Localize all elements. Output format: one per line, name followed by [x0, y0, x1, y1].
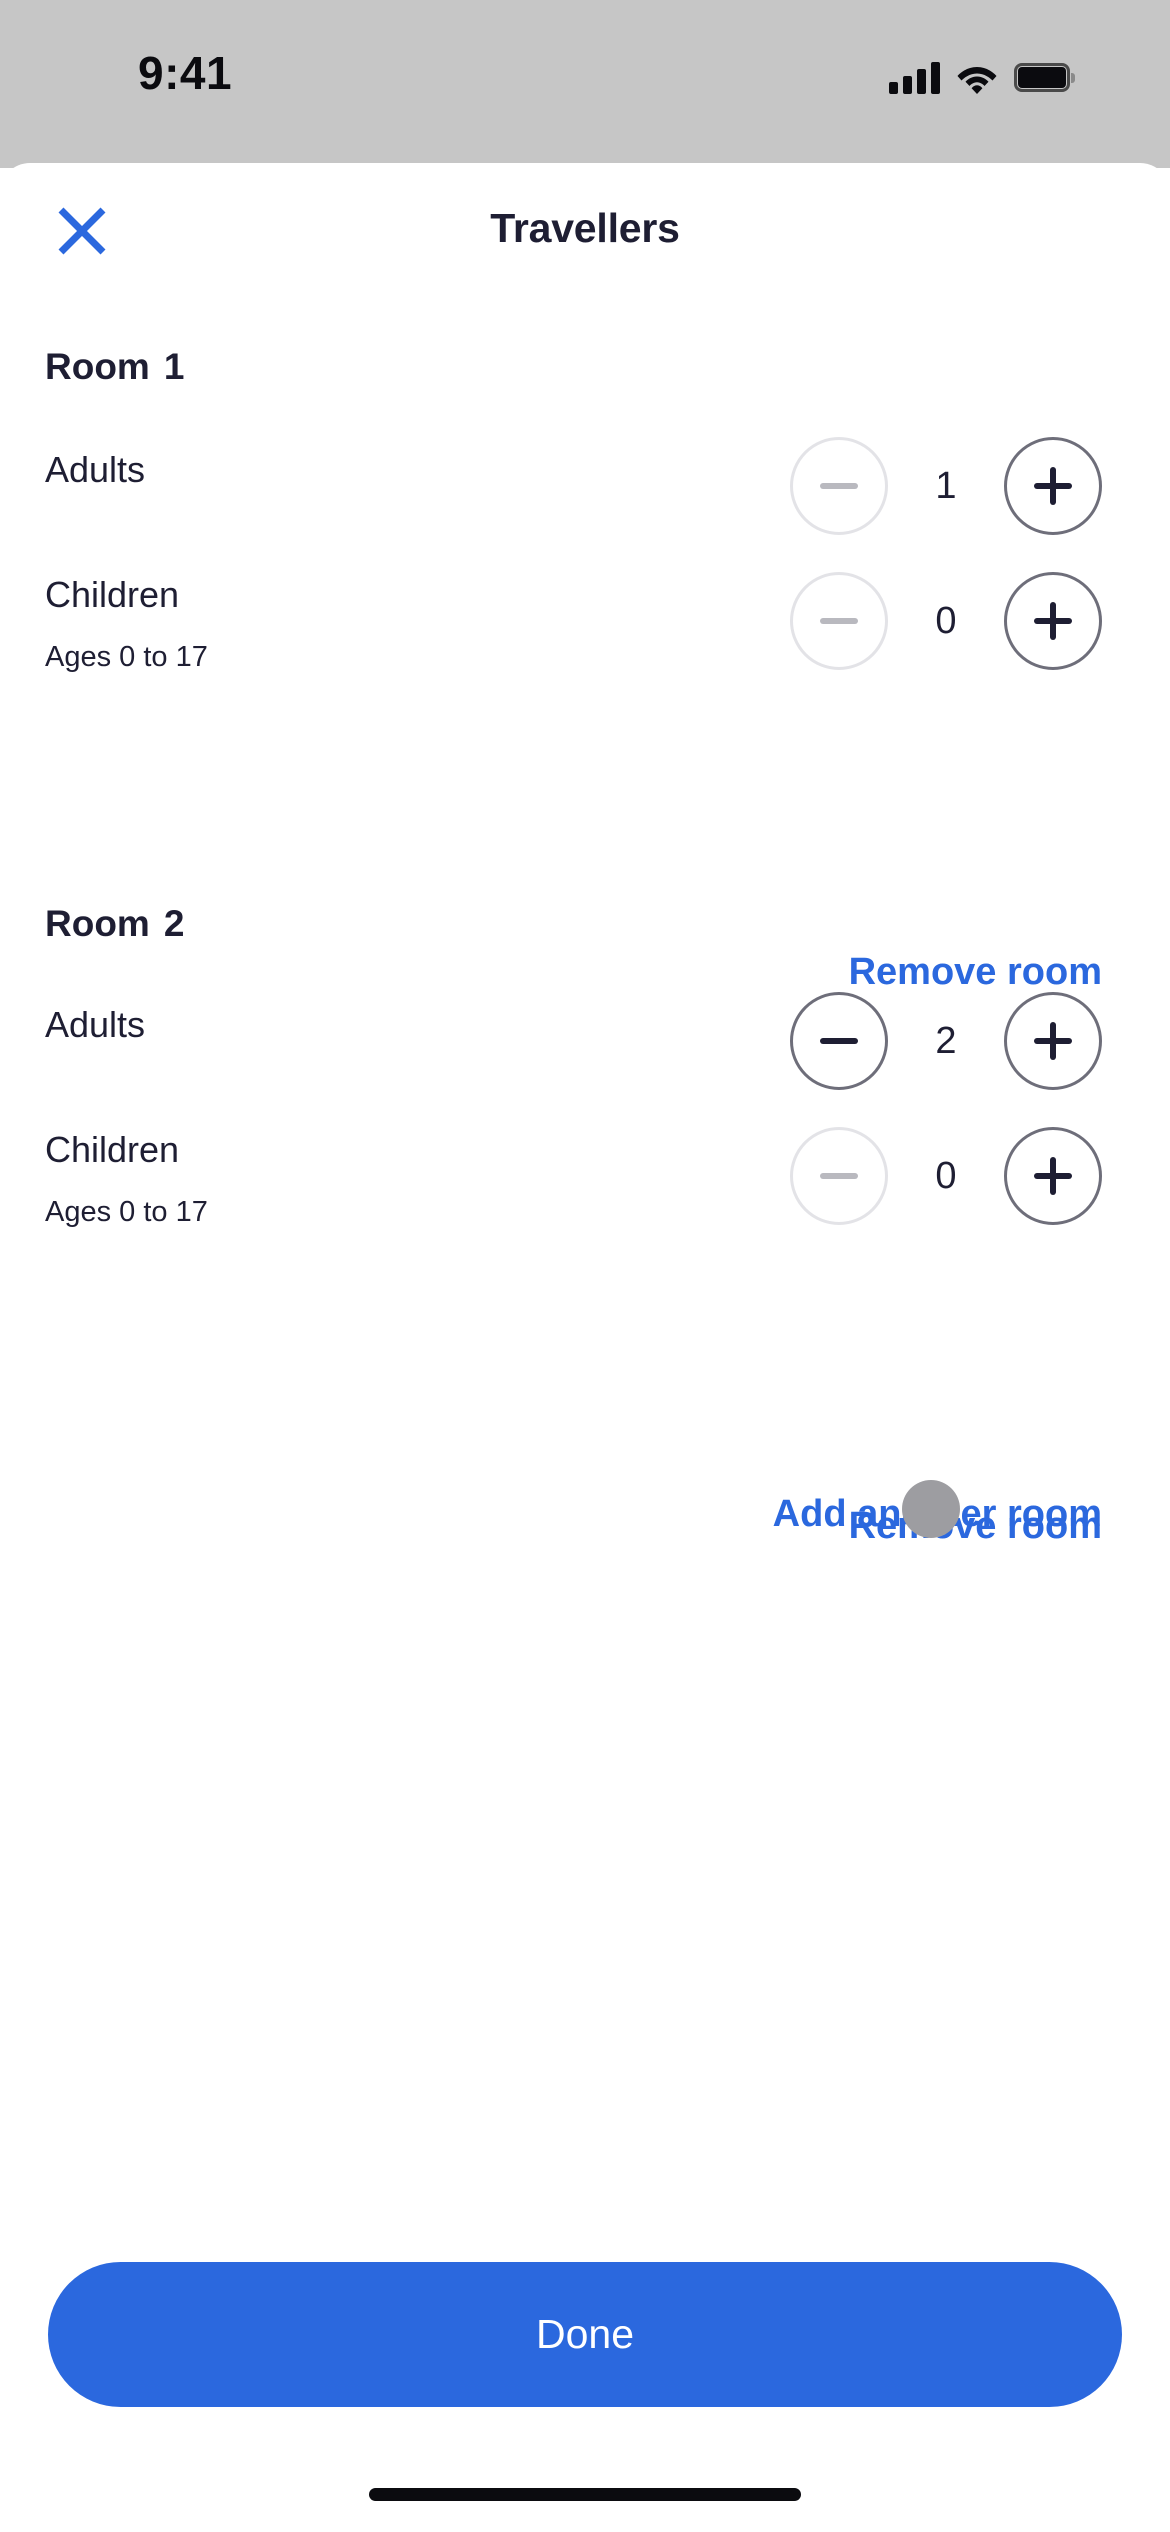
wifi-icon: [956, 62, 998, 94]
adults-stepper-room-1: 1: [790, 436, 1102, 536]
children-decrement-button-room-2[interactable]: [790, 1127, 888, 1225]
room-heading-number: 1: [163, 346, 185, 387]
adults-label: Adults: [45, 449, 146, 490]
children-row-room-2: Children Ages 0 to 17 0: [0, 1126, 1170, 1228]
children-decrement-button-room-1[interactable]: [790, 572, 888, 670]
minus-icon: [820, 618, 858, 624]
minus-icon: [820, 1173, 858, 1179]
done-button[interactable]: Done: [48, 2262, 1122, 2407]
sheet-header: Travellers: [0, 163, 1170, 313]
page-title: Travellers: [490, 205, 680, 251]
done-button-label: Done: [535, 2311, 634, 2357]
adults-value-room-1: 1: [935, 464, 957, 507]
children-increment-button-room-1[interactable]: [1004, 572, 1102, 670]
children-value-room-2: 0: [935, 1154, 957, 1197]
children-row-room-1: Children Ages 0 to 17 0: [0, 571, 1170, 673]
adults-row-room-2: Adults 2: [0, 991, 1170, 1091]
adults-row-room-1: Adults 1: [0, 436, 1170, 536]
adults-stepper-room-2: 2: [790, 991, 1102, 1091]
plus-icon: [1034, 602, 1072, 640]
cellular-bars-icon: [889, 62, 940, 94]
battery-full-icon: [1014, 63, 1076, 94]
children-value-room-1: 0: [935, 599, 957, 642]
adults-label: Adults: [45, 1004, 146, 1045]
touch-pointer-indicator: [902, 1480, 960, 1538]
plus-icon: [1034, 1022, 1072, 1060]
room-heading-1: Room 1: [45, 346, 184, 388]
home-indicator: [369, 2488, 801, 2501]
children-label: Children: [45, 574, 180, 615]
plus-icon: [1034, 467, 1072, 505]
status-bar: 9:41: [0, 0, 1170, 168]
minus-icon: [820, 1038, 858, 1044]
children-label: Children: [45, 1129, 180, 1170]
room-heading-2: Room 2: [45, 903, 184, 945]
adults-increment-button-room-2[interactable]: [1004, 992, 1102, 1090]
room-heading-label: Room: [45, 346, 150, 387]
travellers-modal-sheet: Travellers Room 1 Adults 1 Children Ages …: [0, 163, 1170, 2532]
adults-increment-button-room-1[interactable]: [1004, 437, 1102, 535]
children-stepper-room-1: 0: [790, 571, 1102, 671]
children-age-note: Ages 0 to 17: [45, 1196, 208, 1228]
room-heading-number: 2: [163, 903, 185, 944]
adults-decrement-button-room-2[interactable]: [790, 992, 888, 1090]
children-increment-button-room-2[interactable]: [1004, 1127, 1102, 1225]
room-heading-label: Room: [45, 903, 150, 944]
remove-room-link-1[interactable]: Remove room: [849, 951, 1102, 994]
minus-icon: [820, 483, 858, 489]
children-stepper-room-2: 0: [790, 1126, 1102, 1226]
status-bar-time: 9:41: [138, 47, 233, 99]
adults-value-room-2: 2: [935, 1019, 957, 1062]
plus-icon: [1034, 1157, 1072, 1195]
adults-decrement-button-room-1[interactable]: [790, 437, 888, 535]
status-bar-icons: [889, 52, 1076, 94]
children-age-note: Ages 0 to 17: [45, 641, 208, 673]
